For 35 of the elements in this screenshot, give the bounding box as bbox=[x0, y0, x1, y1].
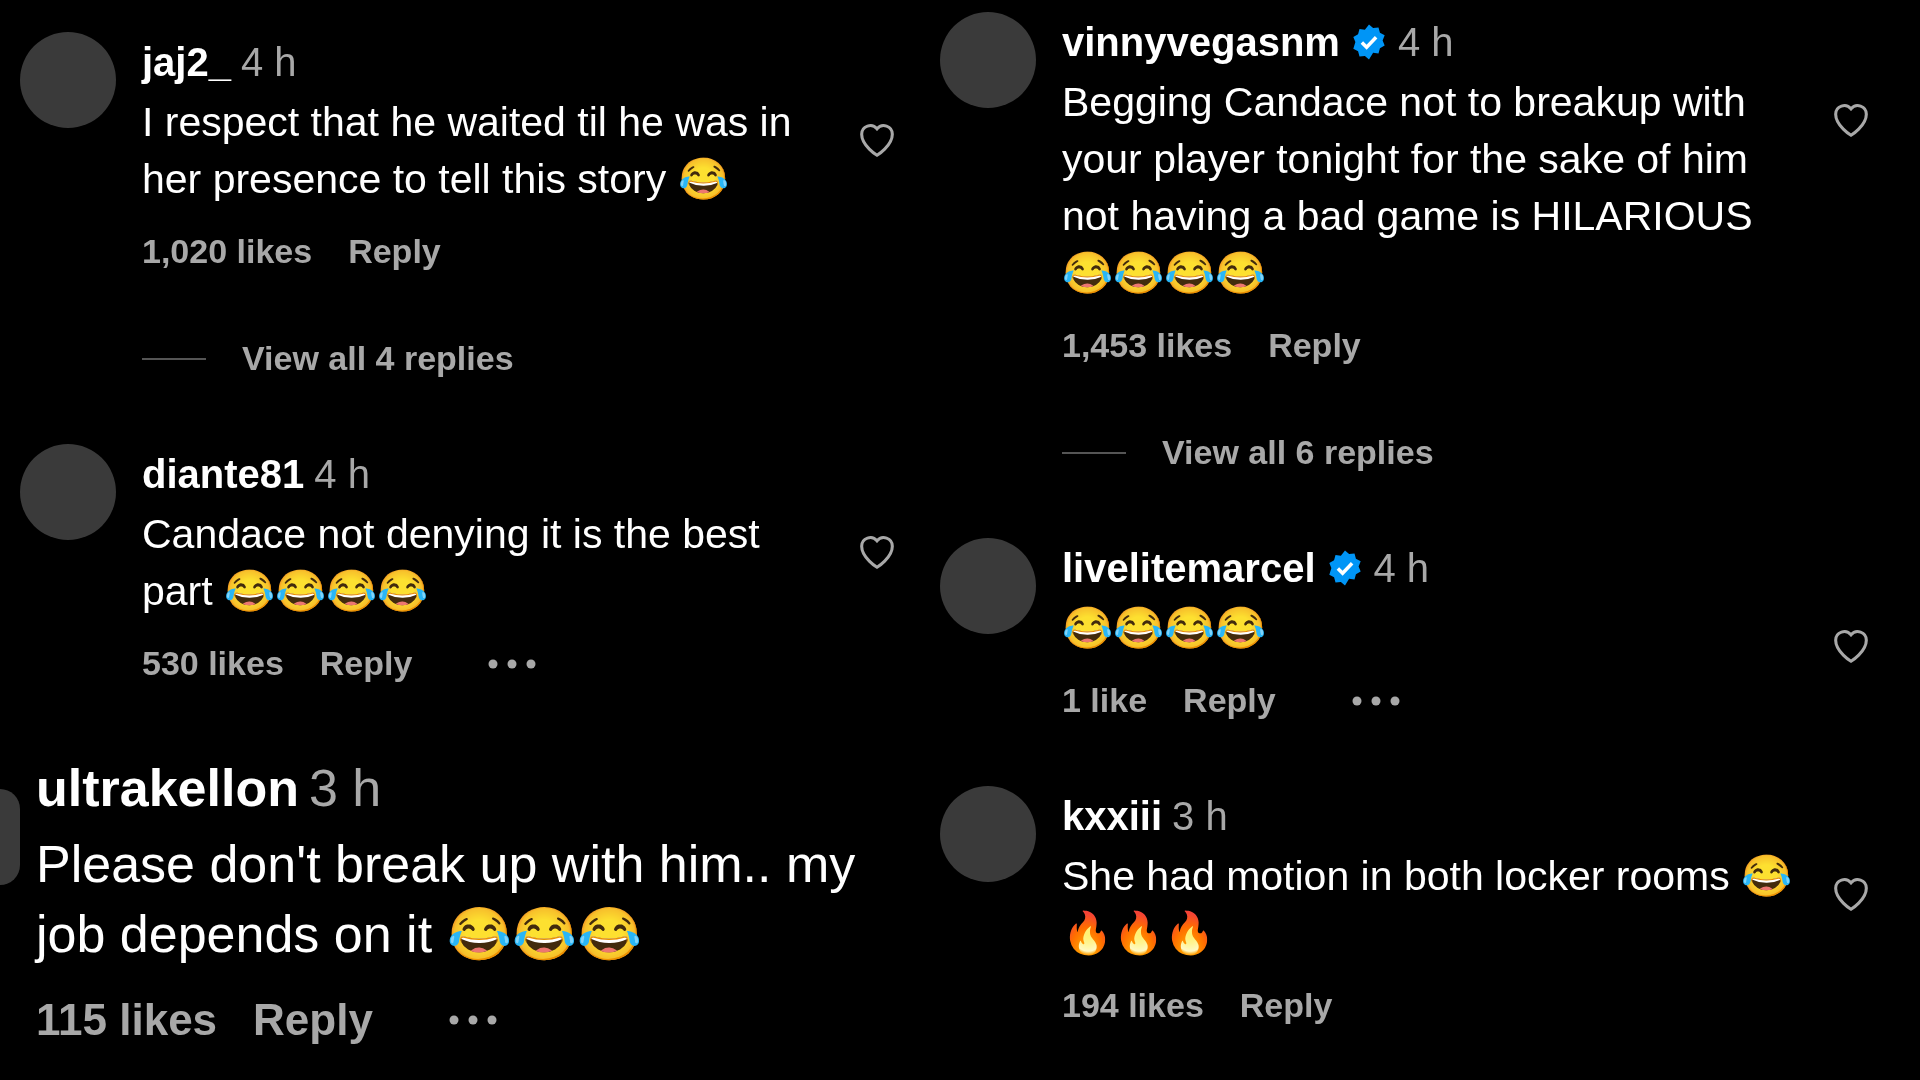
comment-time: 4 h bbox=[240, 39, 297, 86]
username[interactable]: jaj2_ bbox=[142, 32, 231, 92]
likes-count[interactable]: 1,453 likes bbox=[1062, 320, 1233, 371]
comment-time: 4 h bbox=[314, 451, 370, 498]
view-replies-link[interactable]: View all 6 replies bbox=[1162, 427, 1434, 478]
comment-text: Begging Candace not to breakup with your player tonight for the sake of him not having a bad game is HILARIOUS 😂😂😂😂 bbox=[1062, 78, 1754, 298]
reply-button[interactable]: Reply bbox=[253, 987, 373, 1053]
comment-text: Candace not denying it is the best part 😂😂😂😂 bbox=[142, 510, 761, 616]
likes-count[interactable]: 194 likes bbox=[1062, 980, 1204, 1031]
comment-text: She had motion in both locker rooms 😂🔥🔥🔥 bbox=[1062, 852, 1794, 958]
reply-button[interactable]: Reply bbox=[348, 226, 441, 277]
likes-count[interactable]: 1 like bbox=[1062, 675, 1148, 726]
reply-button[interactable]: Reply bbox=[1268, 320, 1361, 371]
comment-time: 3 h bbox=[1172, 793, 1228, 840]
comment-text: Please don't break up with him.. my job depends on it 😂😂😂 bbox=[36, 834, 857, 965]
username[interactable]: livelitemarcel bbox=[1062, 538, 1316, 598]
reply-button[interactable]: Reply bbox=[1239, 980, 1333, 1031]
comment-time: 3 h bbox=[308, 758, 382, 819]
comment-text: 😂😂😂😂 bbox=[1062, 604, 1267, 653]
username[interactable]: kxxiii bbox=[1062, 786, 1163, 846]
comment-time: 4 h bbox=[1397, 19, 1454, 66]
reply-button[interactable]: Reply bbox=[1183, 675, 1276, 726]
more-options-icon[interactable] bbox=[448, 1015, 497, 1025]
view-replies-link[interactable]: View all 4 replies bbox=[242, 333, 514, 384]
username[interactable]: ultrakellon bbox=[36, 749, 299, 827]
more-options-icon[interactable] bbox=[1351, 695, 1400, 706]
more-options-icon[interactable] bbox=[488, 658, 537, 669]
likes-count[interactable]: 530 likes bbox=[142, 638, 284, 689]
likes-count[interactable]: 1,020 likes bbox=[142, 226, 313, 277]
reply-button[interactable]: Reply bbox=[319, 638, 413, 689]
likes-count[interactable]: 115 likes bbox=[36, 987, 218, 1053]
comment-text: I respect that he waited til he was in her presence to tell this story 😂 bbox=[142, 98, 793, 204]
username[interactable]: vinnyvegasnm bbox=[1062, 12, 1340, 72]
comment-time: 4 h bbox=[1373, 545, 1430, 592]
username[interactable]: diante81 bbox=[142, 444, 305, 504]
